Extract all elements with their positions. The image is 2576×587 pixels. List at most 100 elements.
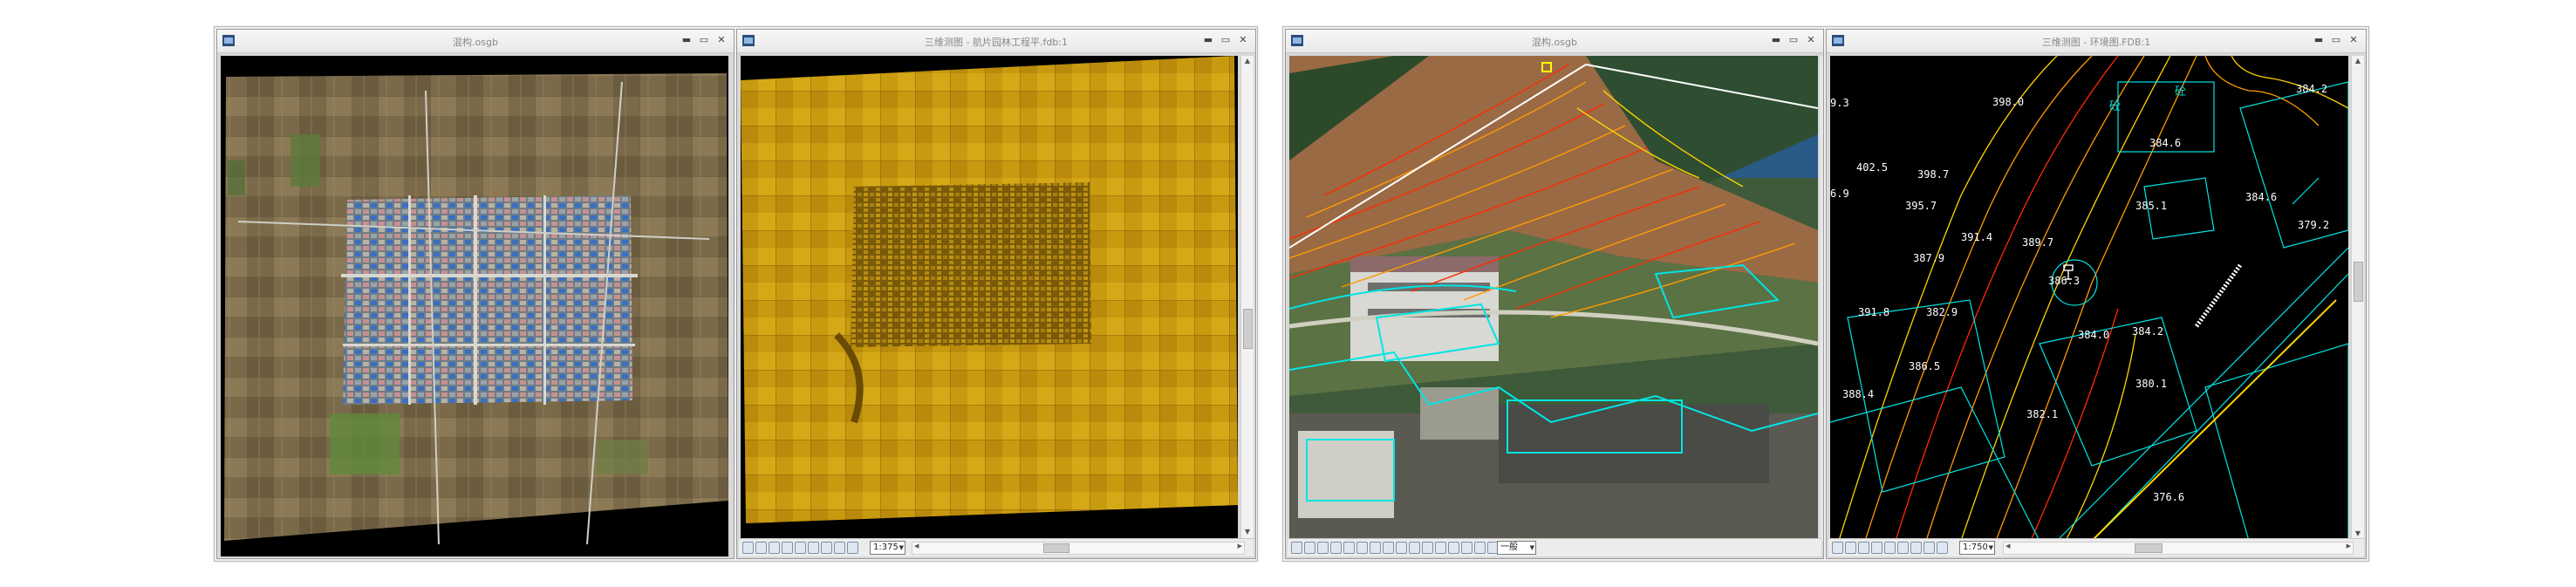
elevation-label: 395.7 <box>1905 200 1937 212</box>
pan-tool-icon[interactable] <box>742 542 754 554</box>
scroll-left-icon[interactable]: ◀ <box>914 543 919 549</box>
elevation-label: 384.6 <box>2245 191 2277 203</box>
close-icon[interactable]: ✕ <box>1236 33 1250 47</box>
zoom-extent-icon[interactable] <box>1897 542 1909 554</box>
left-app-window: 混构.osgb ▬ ▭ ✕ 三维测图 - 航片园林工程平.fdb:1 ▬ ▭ ✕… <box>214 26 1258 562</box>
elevation-label: 391.4 <box>1961 231 1992 243</box>
pointcloud-view-window[interactable]: 三维测图 - 航片园林工程平.fdb:1 ▬ ▭ ✕ ▲ ▼ 1:375 ▼ ◀… <box>736 29 1256 559</box>
elevation-label: 398.0 <box>1992 96 2024 108</box>
pointcloud-image <box>741 56 1238 523</box>
scroll-thumb[interactable] <box>1043 543 1069 553</box>
zoom-in-icon[interactable] <box>1858 542 1869 554</box>
refresh-icon[interactable] <box>847 542 858 554</box>
refresh-icon[interactable] <box>1937 542 1948 554</box>
vertical-scrollbar[interactable]: ▲ ▼ <box>1240 56 1254 539</box>
rotate-tool-icon[interactable] <box>1845 542 1856 554</box>
scroll-thumb[interactable] <box>2135 543 2163 553</box>
zoom-out-icon[interactable] <box>1330 542 1342 554</box>
horizontal-scrollbar[interactable]: ◀ ▶ <box>2003 542 2354 555</box>
measure-icon[interactable] <box>1370 542 1381 554</box>
zoom-in-icon[interactable] <box>1317 542 1329 554</box>
maximize-icon[interactable]: ▭ <box>1219 33 1233 47</box>
elevation-label: 385.1 <box>2135 200 2167 212</box>
layer-icon[interactable] <box>1396 542 1407 554</box>
vertical-scrollbar[interactable]: ▲ ▼ <box>2351 56 2364 541</box>
close-icon[interactable]: ✕ <box>2347 33 2361 47</box>
zoom-window-icon[interactable] <box>795 542 806 554</box>
minimize-icon[interactable]: ▬ <box>680 33 694 47</box>
rotate-tool-icon[interactable] <box>755 542 767 554</box>
scroll-thumb[interactable] <box>2354 262 2363 302</box>
close-icon[interactable]: ✕ <box>714 33 728 47</box>
select-icon[interactable] <box>1383 542 1394 554</box>
view-tools <box>1291 542 1512 554</box>
rotate-tool-icon[interactable] <box>1304 542 1315 554</box>
contour-canvas[interactable]: 砼 砼 398.0 402.5 398.7 395.7 391.4 389.7 … <box>1830 56 2348 541</box>
elevation-label: 398.7 <box>1917 168 1949 181</box>
wireframe-icon[interactable] <box>1461 542 1472 554</box>
scroll-left-icon[interactable]: ◀ <box>2005 543 2010 549</box>
title-bar[interactable]: 三维测图 - 环境图.FDB:1 ▬ ▭ ✕ <box>1827 30 2366 53</box>
light-icon[interactable] <box>1435 542 1446 554</box>
scroll-right-icon[interactable]: ▶ <box>1238 543 1242 549</box>
maximize-icon[interactable]: ▭ <box>697 33 711 47</box>
scale-select[interactable]: 1:375 ▼ <box>870 541 905 555</box>
title-bar[interactable]: 混构.osgb ▬ ▭ ✕ <box>217 30 734 53</box>
scroll-up-icon[interactable]: ▲ <box>2353 57 2363 67</box>
zoom-extent-icon[interactable] <box>808 542 819 554</box>
texture-icon[interactable] <box>1448 542 1459 554</box>
elevation-label: 387.9 <box>1913 252 1944 264</box>
chevron-down-icon: ▼ <box>1529 544 1534 551</box>
status-toolbar: 1:750 ▼ ◀ ▶ <box>1828 538 2364 556</box>
vertical-scrollbar[interactable] <box>1820 56 1823 541</box>
select-icon[interactable] <box>1923 542 1935 554</box>
zoom-out-icon[interactable] <box>782 542 793 554</box>
scroll-up-icon[interactable]: ▲ <box>1242 57 1253 67</box>
view-tools <box>1832 542 1948 554</box>
oblique-canvas[interactable] <box>1289 56 1818 541</box>
oblique-model-window[interactable]: 混构.osgb ▬ ▭ ✕ 一般 ▼ <box>1285 29 1824 559</box>
model-view-window[interactable]: 混构.osgb ▬ ▭ ✕ <box>216 29 735 559</box>
scroll-down-icon[interactable]: ▼ <box>1242 528 1253 538</box>
elevation-label: 384.2 <box>2296 83 2327 95</box>
maximize-icon[interactable]: ▭ <box>2329 33 2343 47</box>
pointcloud-canvas[interactable] <box>741 56 1238 539</box>
pan-tool-icon[interactable] <box>1291 542 1302 554</box>
measure-icon[interactable] <box>821 542 832 554</box>
window-title: 混构.osgb <box>1532 37 1577 48</box>
scale-select[interactable]: 1:750 ▼ <box>1959 541 1995 555</box>
zoom-window-icon[interactable] <box>1884 542 1896 554</box>
elevation-label: 386.5 <box>1909 360 1940 372</box>
window-title: 混构.osgb <box>453 37 498 48</box>
contour-map-window[interactable]: 三维测图 - 环境图.FDB:1 ▬ ▭ ✕ 砼 砼 398.0 402.5 3… <box>1826 29 2367 559</box>
zoom-in-icon[interactable] <box>769 542 780 554</box>
zoom-out-icon[interactable] <box>1871 542 1882 554</box>
elevation-label: 382.1 <box>2026 408 2058 420</box>
zoom-extent-icon[interactable] <box>1356 542 1368 554</box>
horizontal-scrollbar[interactable]: ◀ ▶ <box>912 542 1245 555</box>
close-icon[interactable]: ✕ <box>1804 33 1818 47</box>
title-bar[interactable]: 三维测图 - 航片园林工程平.fdb:1 ▬ ▭ ✕ <box>737 30 1255 53</box>
chevron-down-icon: ▼ <box>899 544 904 551</box>
oblique-hillside-model <box>1289 56 1818 541</box>
scroll-right-icon[interactable]: ▶ <box>2347 543 2351 549</box>
minimize-icon[interactable]: ▬ <box>1769 33 1783 47</box>
scroll-thumb[interactable] <box>1243 309 1253 349</box>
minimize-icon[interactable]: ▬ <box>1201 33 1215 47</box>
select-icon[interactable] <box>834 542 845 554</box>
maximize-icon[interactable]: ▭ <box>1787 33 1800 47</box>
snap-icon[interactable] <box>1409 542 1420 554</box>
zoom-window-icon[interactable] <box>1343 542 1355 554</box>
elevation-label: 389.7 <box>2022 236 2053 249</box>
camera-icon[interactable] <box>1474 542 1486 554</box>
view-tools <box>742 542 858 554</box>
window-title: 三维测图 - 航片园林工程平.fdb:1 <box>924 37 1068 48</box>
title-bar[interactable]: 混构.osgb ▬ ▭ ✕ <box>1286 30 1823 53</box>
pan-tool-icon[interactable] <box>1832 542 1843 554</box>
grid-icon[interactable] <box>1422 542 1433 554</box>
elevation-label: 379.2 <box>2298 219 2329 231</box>
minimize-icon[interactable]: ▬ <box>2312 33 2326 47</box>
model-canvas[interactable] <box>221 56 728 556</box>
quality-select[interactable]: 一般 ▼ <box>1497 541 1536 555</box>
measure-icon[interactable] <box>1910 542 1922 554</box>
